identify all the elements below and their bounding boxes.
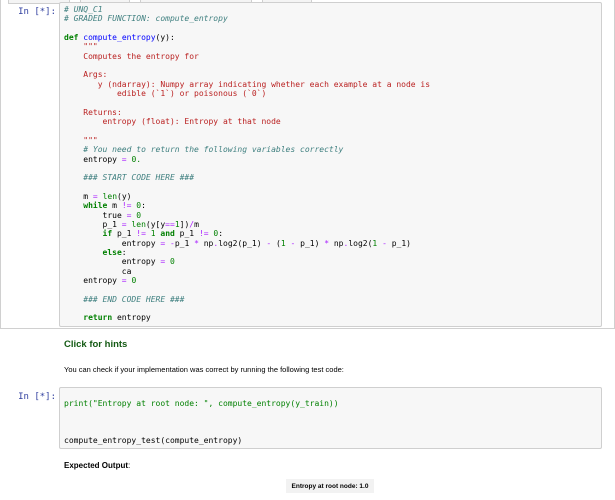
code-line: print("Entropy at root node: ", compute_… — [64, 399, 339, 408]
click-for-hints-toggle[interactable]: Click for hints — [64, 339, 127, 350]
expected-output-colon: : — [128, 461, 131, 470]
code-docstring: """ — [64, 135, 98, 145]
code-keyword: def — [64, 33, 79, 43]
code-docstring: Args: — [64, 70, 108, 80]
code-comment: # You need to return the following varia… — [64, 145, 344, 155]
code-docstring: edible (`1`) or poisonous (`0`) — [64, 89, 267, 99]
code-comment: # GRADED FUNCTION: compute_entropy — [64, 14, 228, 24]
code-comment: # UNQ_C1 — [64, 5, 103, 14]
instruction-text: You can check if your implementation was… — [64, 365, 344, 374]
expected-output-heading: Expected Output — [64, 461, 129, 470]
cell-prompt: In [*]: — [18, 7, 56, 17]
code-comment: ### END CODE HERE ### — [64, 294, 185, 304]
code-docstring: Returns: — [64, 107, 122, 117]
expected-output-label: Expected Output: — [64, 461, 130, 470]
code-comment: ### START CODE HERE ### — [64, 173, 195, 183]
code-editor[interactable]: print("Entropy at root node: ", compute_… — [59, 387, 602, 449]
code-text: (y): — [155, 33, 175, 43]
code-line: compute_entropy_test(compute_entropy) — [64, 436, 243, 446]
code-docstring: Computes the entropy for — [64, 51, 199, 61]
code-function-name: compute_entropy — [83, 33, 156, 43]
code-editor[interactable]: # UNQ_C1 # GRADED FUNCTION: compute_entr… — [59, 2, 602, 327]
code-docstring: entropy (float): Entropy at that node — [64, 117, 281, 127]
code-docstring: y (ndarray): Numpy array indicating whet… — [64, 79, 431, 89]
code-docstring: """ — [64, 42, 98, 52]
expected-output-value: Entropy at root node: 1.0 — [291, 482, 369, 490]
expected-output-table: Entropy at root node: 1.0 — [286, 479, 374, 493]
code-content: # UNQ_C1 # GRADED FUNCTION: compute_entr… — [64, 5, 431, 323]
code-content: print("Entropy at root node: ", compute_… — [60, 388, 601, 446]
cell-prompt: In [*]: — [18, 392, 56, 402]
